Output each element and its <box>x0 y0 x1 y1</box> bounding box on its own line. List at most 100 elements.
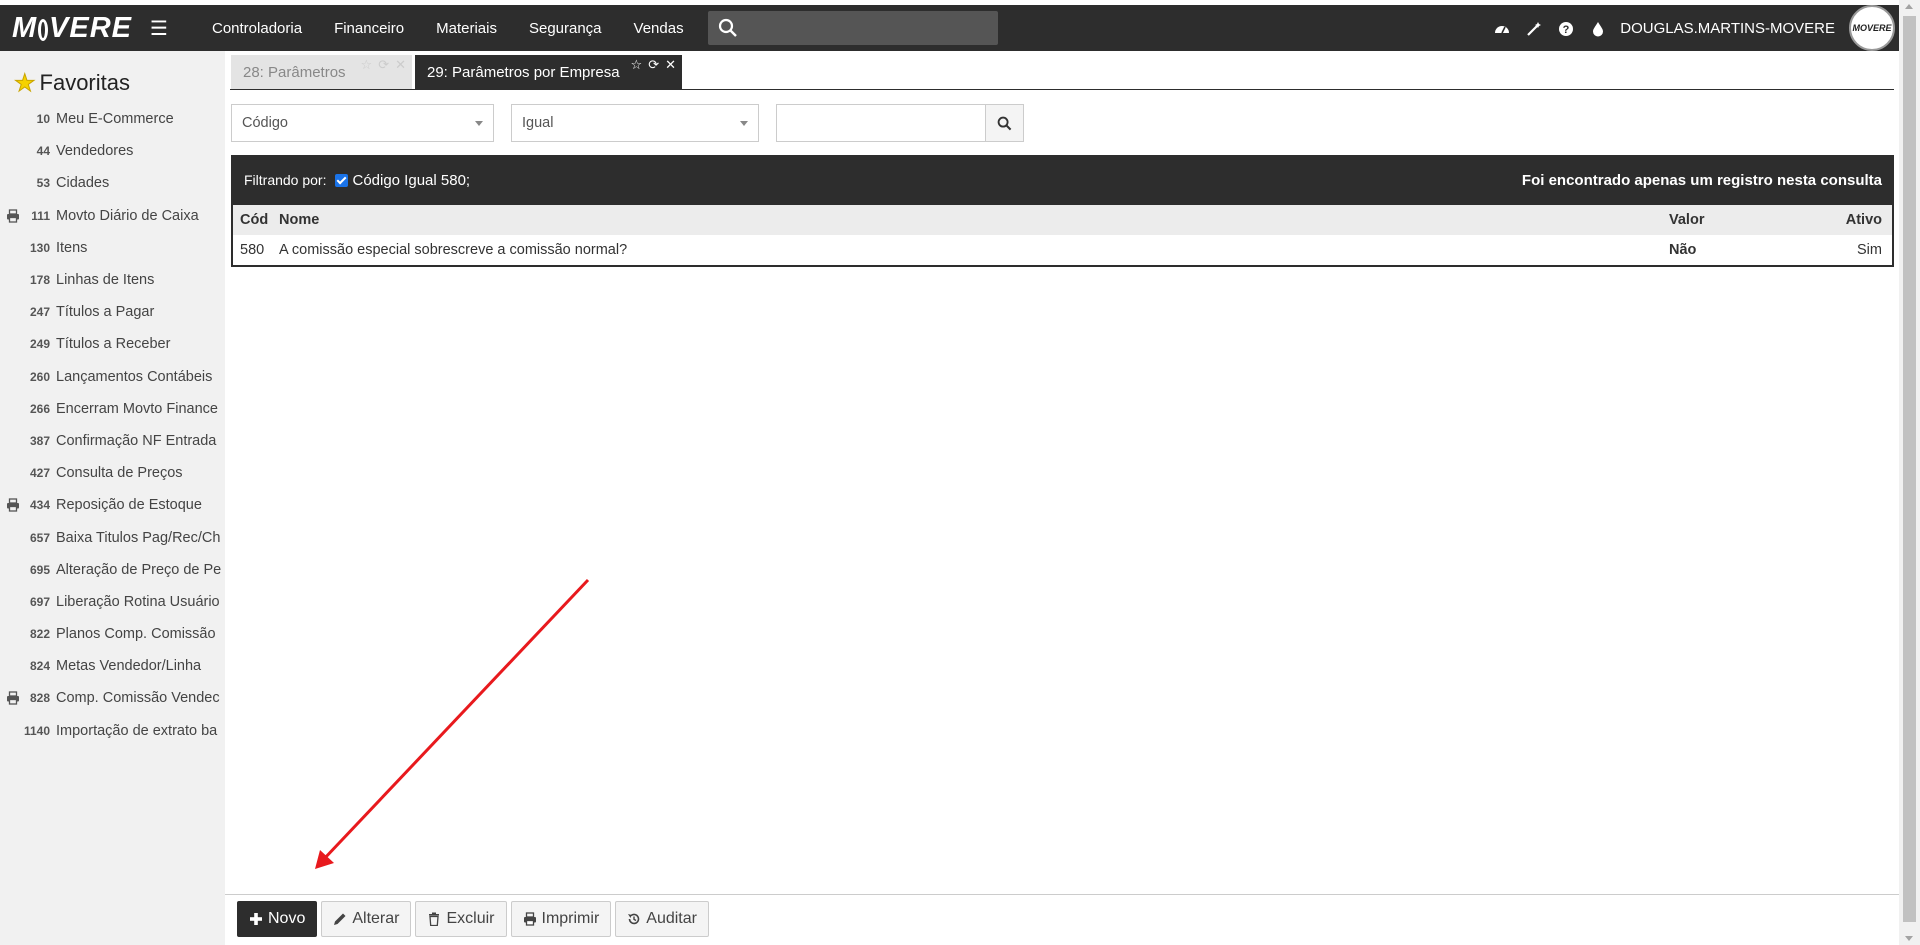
sidebar-item-label: Baixa Titulos Pag/Rec/Ch <box>56 529 221 546</box>
active-filter-bar: Filtrando por: Código Igual 580; Foi enc… <box>231 155 1894 205</box>
cell-nome: A comissão especial sobrescreve a comiss… <box>279 242 628 258</box>
username[interactable]: DOUGLAS.MARTINS-MOVERE <box>1620 20 1835 37</box>
close-icon[interactable]: ✕ <box>395 57 406 73</box>
result-count-text: Foi encontrado apenas um registro nesta … <box>1521 171 1882 189</box>
help-icon[interactable]: ? <box>1550 19 1582 36</box>
sidebar-item[interactable]: 44 Vendedores <box>0 135 225 167</box>
page-scrollbar[interactable] <box>1899 0 1920 945</box>
excluir-button[interactable]: Excluir <box>415 901 507 937</box>
sidebar-item[interactable]: 434 Reposição de Estoque <box>0 489 225 521</box>
sidebar-item-code: 10 <box>36 112 50 127</box>
refresh-icon[interactable]: ⟳ <box>378 57 389 73</box>
nav-financeiro[interactable]: Financeiro <box>318 20 420 37</box>
sidebar-item[interactable]: 1140 Importação de extrato ba <box>0 715 225 747</box>
sidebar-item-code: 53 <box>36 176 50 191</box>
search-icon <box>997 116 1012 130</box>
global-search-input[interactable] <box>707 11 998 45</box>
tab-parametros-por-empresa[interactable]: 29: Parâmetros por Empresa ☆ ⟳ ✕ <box>415 55 682 89</box>
sidebar-item-code: 427 <box>29 466 50 481</box>
filter-operator-select[interactable]: Igual <box>511 104 759 142</box>
close-icon[interactable]: ✕ <box>665 57 676 73</box>
sidebar-item[interactable]: 822 Planos Comp. Comissão <box>0 618 225 650</box>
nav-controladoria[interactable]: Controladoria <box>196 20 318 37</box>
column-header-nome[interactable]: Nome <box>279 212 1669 228</box>
printer-icon <box>523 912 536 926</box>
sidebar-item[interactable]: 828 Comp. Comissão Vendec <box>0 682 225 714</box>
sidebar-item[interactable]: 178 Linhas de Itens <box>0 264 225 296</box>
sidebar-item[interactable]: 53 Cidades <box>0 167 225 199</box>
tab-bar: 28: Parâmetros ☆ ⟳ ✕ 29: Parâmetros por … <box>231 55 685 89</box>
nav-seguranca[interactable]: Segurança <box>513 20 618 37</box>
sidebar-item[interactable]: 260 Lançamentos Contábeis <box>0 361 225 393</box>
magic-wand-icon[interactable] <box>1518 19 1550 36</box>
favorites-sidebar: ★ Favoritas 10 Meu E-Commerce 44 Vendedores… <box>0 51 225 945</box>
nav-materiais[interactable]: Materiais <box>420 20 513 37</box>
dashboard-icon[interactable] <box>1486 19 1518 36</box>
filter-checkbox[interactable] <box>335 173 349 187</box>
imprimir-button[interactable]: Imprimir <box>510 901 612 937</box>
avatar[interactable]: MOVERE <box>1849 5 1895 51</box>
alterar-button[interactable]: Alterar <box>321 901 412 937</box>
nav-vendas[interactable]: Vendas <box>618 20 700 37</box>
sidebar-item-label: Títulos a Receber <box>56 336 171 353</box>
star-outline-icon[interactable]: ☆ <box>361 57 373 73</box>
novo-label: Novo <box>268 910 306 927</box>
sidebar-item[interactable]: 695 Alteração de Preço de Pe <box>0 554 225 586</box>
scroll-down-icon[interactable] <box>1905 936 1913 941</box>
sidebar-item-code: 1140 <box>23 723 50 738</box>
sidebar-item-label: Comp. Comissão Vendec <box>56 690 220 707</box>
bottom-divider <box>225 894 1899 895</box>
sidebar-item[interactable]: 657 Baixa Titulos Pag/Rec/Ch <box>0 521 225 553</box>
sidebar-item-label: Encerram Movto Finance <box>56 400 218 417</box>
filter-field-select[interactable]: Código <box>231 104 494 142</box>
column-header-ativo[interactable]: Ativo <box>1819 212 1892 228</box>
sidebar-item[interactable]: 130 Itens <box>0 232 225 264</box>
scroll-up-icon[interactable] <box>1905 4 1913 9</box>
printer-icon <box>7 498 19 512</box>
sidebar-item-label: Liberação Rotina Usuário <box>56 593 220 610</box>
tab-label: 28: Parâmetros <box>243 63 346 81</box>
sidebar-item-label: Vendedores <box>56 143 134 160</box>
sidebar-item-label: Títulos a Pagar <box>56 304 155 321</box>
sidebar-item[interactable]: 697 Liberação Rotina Usuário <box>0 586 225 618</box>
scrollbar-thumb[interactable] <box>1903 16 1916 922</box>
sidebar-item[interactable]: 266 Encerram Movto Finance <box>0 393 225 425</box>
cell-ativo: Sim <box>1857 242 1882 258</box>
sidebar-item-code: 130 <box>29 240 50 255</box>
sidebar-item[interactable]: 427 Consulta de Preços <box>0 457 225 489</box>
sidebar-item-code: 247 <box>29 305 50 320</box>
sidebar-item-code: 657 <box>29 530 50 545</box>
caret-down-icon <box>740 121 748 126</box>
sidebar-item-label: Cidades <box>56 175 110 192</box>
sidebar-item[interactable]: 10 Meu E-Commerce <box>0 103 225 135</box>
pencil-icon <box>334 913 346 925</box>
star-icon: ★ <box>14 69 36 97</box>
app-logo[interactable]: M VERE <box>0 5 132 51</box>
tab-parametros[interactable]: 28: Parâmetros ☆ ⟳ ✕ <box>231 55 412 89</box>
sidebar-item-label: Meu E-Commerce <box>56 111 174 128</box>
excluir-label: Excluir <box>446 910 495 927</box>
drop-icon[interactable] <box>1582 19 1614 37</box>
filter-search-button[interactable] <box>986 104 1024 142</box>
auditar-button[interactable]: Auditar <box>615 901 709 937</box>
sidebar-item[interactable]: 387 Confirmação NF Entrada <box>0 425 225 457</box>
menu-icon[interactable]: ☰ <box>150 16 176 41</box>
sidebar-item[interactable]: 824 Metas Vendedor/Linha <box>0 650 225 682</box>
novo-button[interactable]: Novo <box>237 901 318 937</box>
sidebar-item-label: Planos Comp. Comissão <box>56 626 216 643</box>
sidebar-item-label: Confirmação NF Entrada <box>56 432 217 449</box>
sidebar-item-label: Consulta de Preços <box>56 465 183 482</box>
table-row[interactable]: 580 A comissão especial sobrescreve a co… <box>233 235 1892 265</box>
sidebar-item[interactable]: 247 Títulos a Pagar <box>0 296 225 328</box>
refresh-icon[interactable]: ⟳ <box>648 57 659 73</box>
sidebar-item-code: 695 <box>29 562 50 577</box>
filter-value-input[interactable] <box>776 104 986 142</box>
main-nav: Controladoria Financeiro Materiais Segur… <box>196 5 700 51</box>
column-header-valor[interactable]: Valor <box>1669 212 1819 228</box>
filtering-label: Filtrando por: <box>244 172 327 188</box>
sidebar-item[interactable]: 111 Movto Diário de Caixa <box>0 200 225 232</box>
star-outline-icon[interactable]: ☆ <box>631 57 643 73</box>
sidebar-item-code: 260 <box>29 369 50 384</box>
column-header-cod[interactable]: Cód <box>233 212 279 228</box>
sidebar-item[interactable]: 249 Títulos a Receber <box>0 328 225 360</box>
